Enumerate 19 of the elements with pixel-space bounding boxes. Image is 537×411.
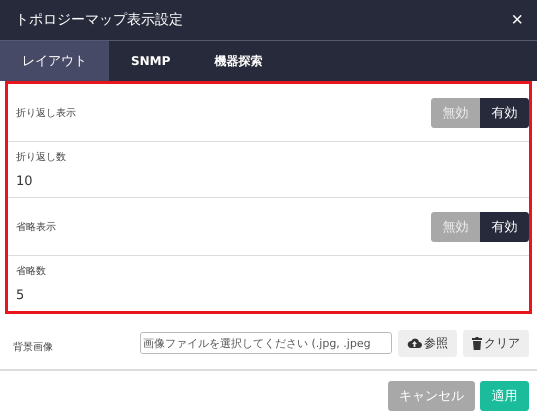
setting-value[interactable]: 5 <box>16 288 529 303</box>
window-title: トポロジーマップ表示設定 <box>15 11 183 29</box>
cloud-upload-icon <box>407 337 422 349</box>
file-input[interactable]: 画像ファイルを選択してください (.jpg, .jpeg <box>140 332 392 354</box>
setting-label: 省略表示 <box>16 220 56 234</box>
close-button[interactable]: × <box>511 10 523 30</box>
setting-label: 折り返し表示 <box>16 106 76 120</box>
tab[interactable]: SNMP <box>109 41 192 81</box>
tab[interactable]: レイアウト <box>0 41 109 81</box>
setting-label: 省略数 <box>16 264 47 278</box>
tab[interactable]: 機器探索 <box>192 41 284 81</box>
browse-button[interactable]: 参照 <box>398 330 457 356</box>
clear-button[interactable]: クリア <box>463 330 529 356</box>
setting-label: 背景画像 <box>13 340 54 354</box>
setting-label: 折り返し数 <box>16 150 67 164</box>
setting-value[interactable]: 10 <box>16 174 529 189</box>
toggle-option[interactable]: 有効 <box>480 98 529 128</box>
trash-icon <box>472 336 482 350</box>
toggle-option[interactable]: 有効 <box>480 212 529 242</box>
